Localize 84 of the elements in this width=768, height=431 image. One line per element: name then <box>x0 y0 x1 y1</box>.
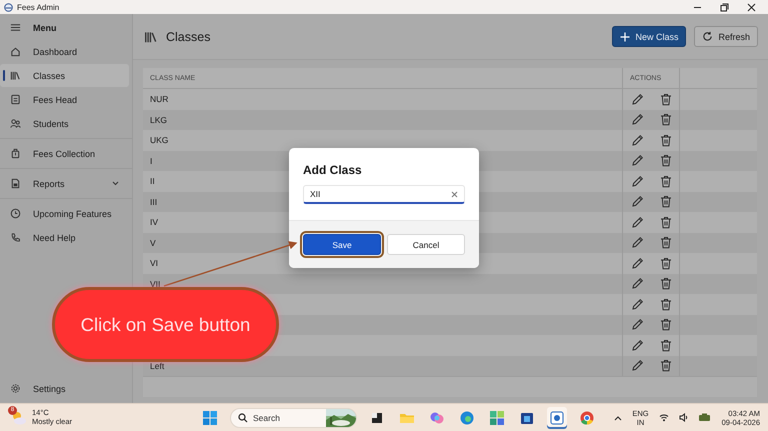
trash-icon[interactable] <box>660 298 672 311</box>
trash-icon[interactable] <box>660 174 672 188</box>
trash-icon[interactable] <box>660 277 672 290</box>
pencil-icon[interactable] <box>631 359 644 372</box>
search-field[interactable]: Search <box>230 408 357 428</box>
new-class-button[interactable]: New Class <box>612 26 686 47</box>
table-cell: V <box>150 238 156 248</box>
battery-icon[interactable] <box>698 413 712 422</box>
field-value: XII <box>310 189 320 199</box>
wifi-icon[interactable] <box>658 413 669 422</box>
pencil-icon[interactable] <box>631 113 644 126</box>
books-icon <box>144 30 158 44</box>
class-name-field[interactable]: XII <box>303 185 465 204</box>
trash-icon[interactable] <box>660 154 672 168</box>
trash-icon[interactable] <box>660 256 672 270</box>
plus-icon <box>620 32 630 42</box>
table-cell: NUR <box>150 94 168 104</box>
trash-icon[interactable] <box>660 113 672 126</box>
trash-icon[interactable] <box>660 236 672 250</box>
sidebar-item[interactable]: Dashboard <box>0 40 129 63</box>
search-icon <box>238 412 248 422</box>
table-cell: UKG <box>150 135 168 146</box>
clear-icon[interactable] <box>451 190 458 198</box>
pencil-icon[interactable] <box>631 236 644 250</box>
phone-icon <box>10 232 21 243</box>
document-icon <box>10 178 21 189</box>
table-cell: I <box>150 156 152 166</box>
pencil-icon[interactable] <box>631 134 644 147</box>
trash-icon[interactable] <box>660 195 672 208</box>
close-icon[interactable] <box>747 2 756 12</box>
menu-button[interactable]: Menu <box>0 16 129 39</box>
pencil-icon[interactable] <box>631 256 644 270</box>
sidebar-item[interactable]: Students <box>0 112 129 135</box>
menu-icon <box>10 22 21 33</box>
refresh-button[interactable]: Refresh <box>694 26 758 47</box>
bag-icon <box>10 148 21 159</box>
sidebar-item[interactable]: Fees Head <box>0 88 129 111</box>
sidebar-item[interactable]: Settings <box>0 377 129 400</box>
table-cell: II <box>150 176 155 186</box>
instruction-callout: Click on Save button <box>52 287 279 362</box>
pencil-icon[interactable] <box>631 338 644 352</box>
receipt-icon <box>10 94 21 105</box>
trash-icon[interactable] <box>660 216 672 229</box>
save-button[interactable]: Save <box>303 234 381 255</box>
pencil-icon[interactable] <box>631 216 644 229</box>
window-title: Fees Admin <box>17 2 60 12</box>
clock-icon <box>10 208 21 219</box>
table-cell: VII <box>150 278 160 289</box>
trash-icon[interactable] <box>660 134 672 147</box>
table-cell: III <box>150 196 158 207</box>
sidebar-item[interactable]: Upcoming Features <box>0 202 129 225</box>
dialog-title: Add Class <box>303 163 363 177</box>
page-title: Classes <box>166 30 212 44</box>
chevron-up-icon[interactable] <box>614 414 622 420</box>
table-cell: LKG <box>150 114 168 125</box>
pencil-icon[interactable] <box>631 92 644 106</box>
pencil-icon[interactable] <box>631 174 644 188</box>
sidebar-item[interactable]: Fees Collection <box>0 142 129 165</box>
pencil-icon[interactable] <box>631 277 644 290</box>
trash-icon[interactable] <box>660 359 672 372</box>
restore-icon[interactable] <box>720 2 729 12</box>
sidebar-item[interactable]: Need Help <box>0 226 129 249</box>
pencil-icon[interactable] <box>631 154 644 168</box>
trash-icon[interactable] <box>660 318 672 332</box>
people-icon <box>10 118 21 129</box>
trash-icon[interactable] <box>660 338 672 352</box>
gear-icon <box>10 383 21 394</box>
weather-icon <box>10 410 28 426</box>
home-icon <box>10 46 21 57</box>
cancel-button[interactable]: Cancel <box>387 234 465 255</box>
speaker-icon[interactable] <box>678 413 688 422</box>
trash-icon[interactable] <box>660 92 672 106</box>
app-icon <box>4 2 13 12</box>
table-cell: Left <box>150 360 164 371</box>
sidebar-item[interactable]: Reports <box>0 172 129 195</box>
table-cell: VI <box>150 258 158 268</box>
refresh-icon <box>702 31 714 42</box>
books-icon <box>10 70 21 81</box>
app-window-icon[interactable] <box>547 406 567 428</box>
pencil-icon[interactable] <box>631 195 644 208</box>
table-cell: IV <box>150 217 158 228</box>
pencil-icon[interactable] <box>631 318 644 332</box>
sidebar-item[interactable]: Classes <box>0 64 129 87</box>
pencil-icon[interactable] <box>631 298 644 311</box>
